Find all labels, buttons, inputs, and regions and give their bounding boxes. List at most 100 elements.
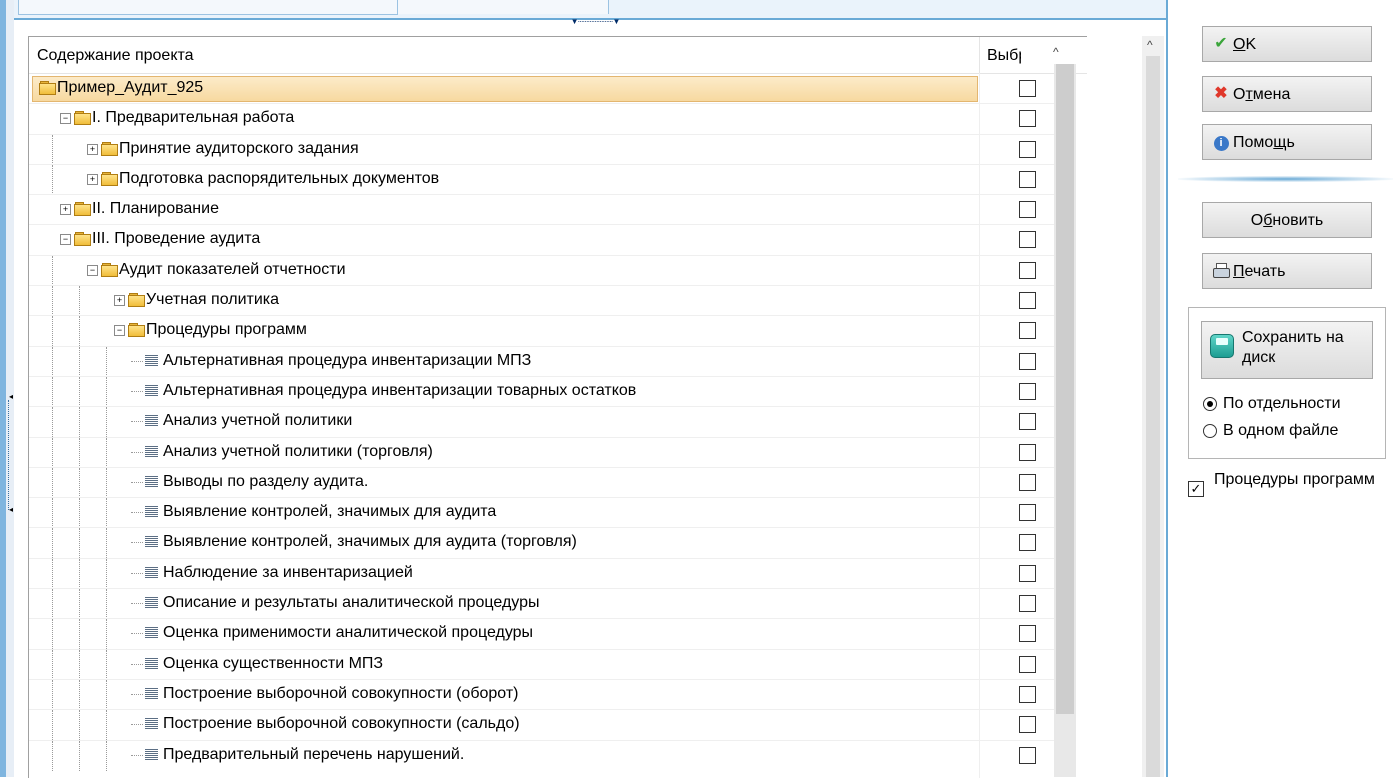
tree-item-label[interactable]: Выводы по разделу аудита. [163,473,368,491]
tree-row[interactable]: Построение выборочной совокупности (обор… [29,679,1071,711]
select-checkbox[interactable] [1019,655,1036,673]
print-button[interactable]: Печать [1202,253,1372,289]
tree-item-label[interactable]: Подготовка распорядительных документов [119,170,439,188]
expand-icon[interactable]: + [60,204,71,216]
tree-row[interactable]: Альтернативная процедура инвентаризации … [29,346,1071,377]
tree-item-label[interactable]: Выявление контролей, значимых для аудита… [163,533,577,551]
collapse-icon[interactable]: − [87,264,98,276]
tree-row[interactable]: − Аудит показателей отчетности [29,255,1071,287]
save-to-disk-button[interactable]: Сохранить на диск [1201,321,1373,379]
select-checkbox[interactable] [1019,110,1036,128]
tree-row[interactable]: + Учетная политика [29,286,1071,317]
tree-row[interactable]: Пример_Аудит_925 [29,74,1071,105]
left-splitter[interactable] [6,0,14,777]
tree-item-label[interactable]: Предварительный перечень нарушений. [163,746,464,764]
tree-scrollbar-thumb[interactable] [1056,64,1074,714]
select-checkbox[interactable] [1019,685,1036,703]
select-checkbox[interactable] [1019,322,1036,340]
tree-row[interactable]: Выявление контролей, значимых для аудита [29,498,1071,529]
select-checkbox[interactable] [1019,80,1036,97]
select-checkbox[interactable] [1019,170,1036,188]
tree-item-label[interactable]: Альтернативная процедура инвентаризации … [163,352,531,370]
outer-scrollbar-track[interactable] [1146,56,1160,777]
select-checkbox[interactable] [1019,473,1036,491]
tree-item-label[interactable]: Пример_Аудит_925 [57,79,203,97]
tree-item-label[interactable]: II. Планирование [92,200,219,218]
tree-row[interactable]: Описание и результаты аналитической проц… [29,589,1071,620]
tree-item-label[interactable]: Аудит показателей отчетности [119,261,346,279]
top-tab-left[interactable] [18,0,398,15]
select-checkbox[interactable] [1019,443,1036,461]
select-checkbox[interactable] [1019,292,1036,310]
tree-item-label[interactable]: Учетная политика [146,291,279,309]
tree-item-label[interactable]: Анализ учетной политики (торговля) [163,443,433,461]
collapse-icon[interactable]: − [114,325,125,337]
select-checkbox[interactable] [1019,140,1036,158]
procedures-checkbox[interactable]: ✓ Процедуры программ [1188,470,1388,514]
collapse-icon[interactable]: − [60,234,71,246]
tree-row[interactable]: Оценка существенности МПЗ [29,649,1071,680]
select-checkbox[interactable] [1019,504,1036,522]
select-checkbox[interactable] [1019,261,1036,279]
tree-item-label[interactable]: Оценка применимости аналитической процед… [163,624,533,642]
tree-row[interactable]: Предварительный перечень нарушений. [29,740,1071,771]
column-header-selected[interactable]: Выбрать [987,47,1021,65]
tree-row[interactable]: Альтернативная процедура инвентаризации … [29,376,1071,408]
expand-icon[interactable]: + [114,295,125,307]
tree-row[interactable]: + Принятие аудиторского задания [29,134,1071,165]
scroll-up-icon[interactable]: ^ [1053,45,1059,59]
select-checkbox[interactable] [1019,595,1036,613]
top-tab-middle[interactable] [398,0,609,14]
select-checkbox[interactable] [1019,564,1036,582]
column-header-content[interactable]: Содержание проекта [37,47,194,65]
column-separator[interactable] [979,37,980,73]
collapse-left-icon-2[interactable]: ◂ [9,505,13,514]
outer-scrollbar[interactable]: ^ [1142,36,1164,777]
tree-row[interactable]: Выводы по разделу аудита. [29,467,1071,499]
tree-item-label[interactable]: III. Проведение аудита [92,230,260,248]
tree-scrollbar[interactable] [1054,64,1076,777]
select-checkbox[interactable] [1019,534,1036,552]
tree-row[interactable]: − Процедуры программ [29,316,1071,347]
select-checkbox[interactable] [1019,352,1036,370]
tree-item-label[interactable]: I. Предварительная работа [92,109,294,127]
expand-icon[interactable]: + [87,173,98,185]
select-checkbox[interactable] [1019,382,1036,400]
tree-row[interactable]: + Подготовка распорядительных документов [29,164,1071,196]
tree-item-label[interactable]: Процедуры программ [146,321,307,339]
tree-item-label[interactable]: Оценка существенности МПЗ [163,655,383,673]
collapse-left-icon[interactable]: ◂ [9,392,13,401]
tree-row[interactable]: + II. Планирование [29,195,1071,226]
radio-separately[interactable]: По отдельности [1203,394,1383,416]
tree-item-label[interactable]: Принятие аудиторского задания [119,140,359,158]
expand-icon[interactable]: + [87,143,98,155]
select-checkbox[interactable] [1019,413,1036,431]
help-button[interactable]: i Помощь [1202,124,1372,160]
select-checkbox[interactable] [1019,201,1036,219]
select-checkbox[interactable] [1019,231,1036,249]
tree-item-label[interactable]: Выявление контролей, значимых для аудита [163,503,496,521]
tree-item-label[interactable]: Построение выборочной совокупности (саль… [163,715,520,733]
tree-row[interactable]: Анализ учетной политики (торговля) [29,437,1071,468]
refresh-button[interactable]: Обновить [1202,202,1372,238]
select-checkbox[interactable] [1019,746,1036,764]
radio-single-file[interactable]: В одном файле [1203,421,1383,443]
tree-item-label[interactable]: Описание и результаты аналитической проц… [163,594,540,612]
tree-item-label[interactable]: Альтернативная процедура инвентаризации … [163,382,636,400]
tree-row[interactable]: Построение выборочной совокупности (саль… [29,710,1071,741]
cancel-button[interactable]: ✖ Отмена [1202,76,1372,112]
tree-item-label[interactable]: Построение выборочной совокупности (обор… [163,685,518,703]
select-checkbox[interactable] [1019,716,1036,734]
tree-row[interactable]: Выявление контролей, значимых для аудита… [29,528,1071,559]
tree-row[interactable]: Анализ учетной политики [29,407,1071,438]
splitter-grip-icon[interactable]: ▼·····················▼ [535,18,655,28]
tree-item-label[interactable]: Наблюдение за инвентаризацией [163,564,413,582]
tree-item-label[interactable]: Анализ учетной политики [163,412,352,430]
tree-row[interactable]: Наблюдение за инвентаризацией [29,558,1071,590]
collapse-icon[interactable]: − [60,113,71,125]
tree-row[interactable]: Оценка применимости аналитической процед… [29,619,1071,650]
select-checkbox[interactable] [1019,625,1036,643]
tree-row[interactable]: − I. Предварительная работа [29,104,1071,135]
outer-scroll-up-icon[interactable]: ^ [1147,38,1153,52]
tree-row[interactable]: − III. Проведение аудита [29,225,1071,256]
